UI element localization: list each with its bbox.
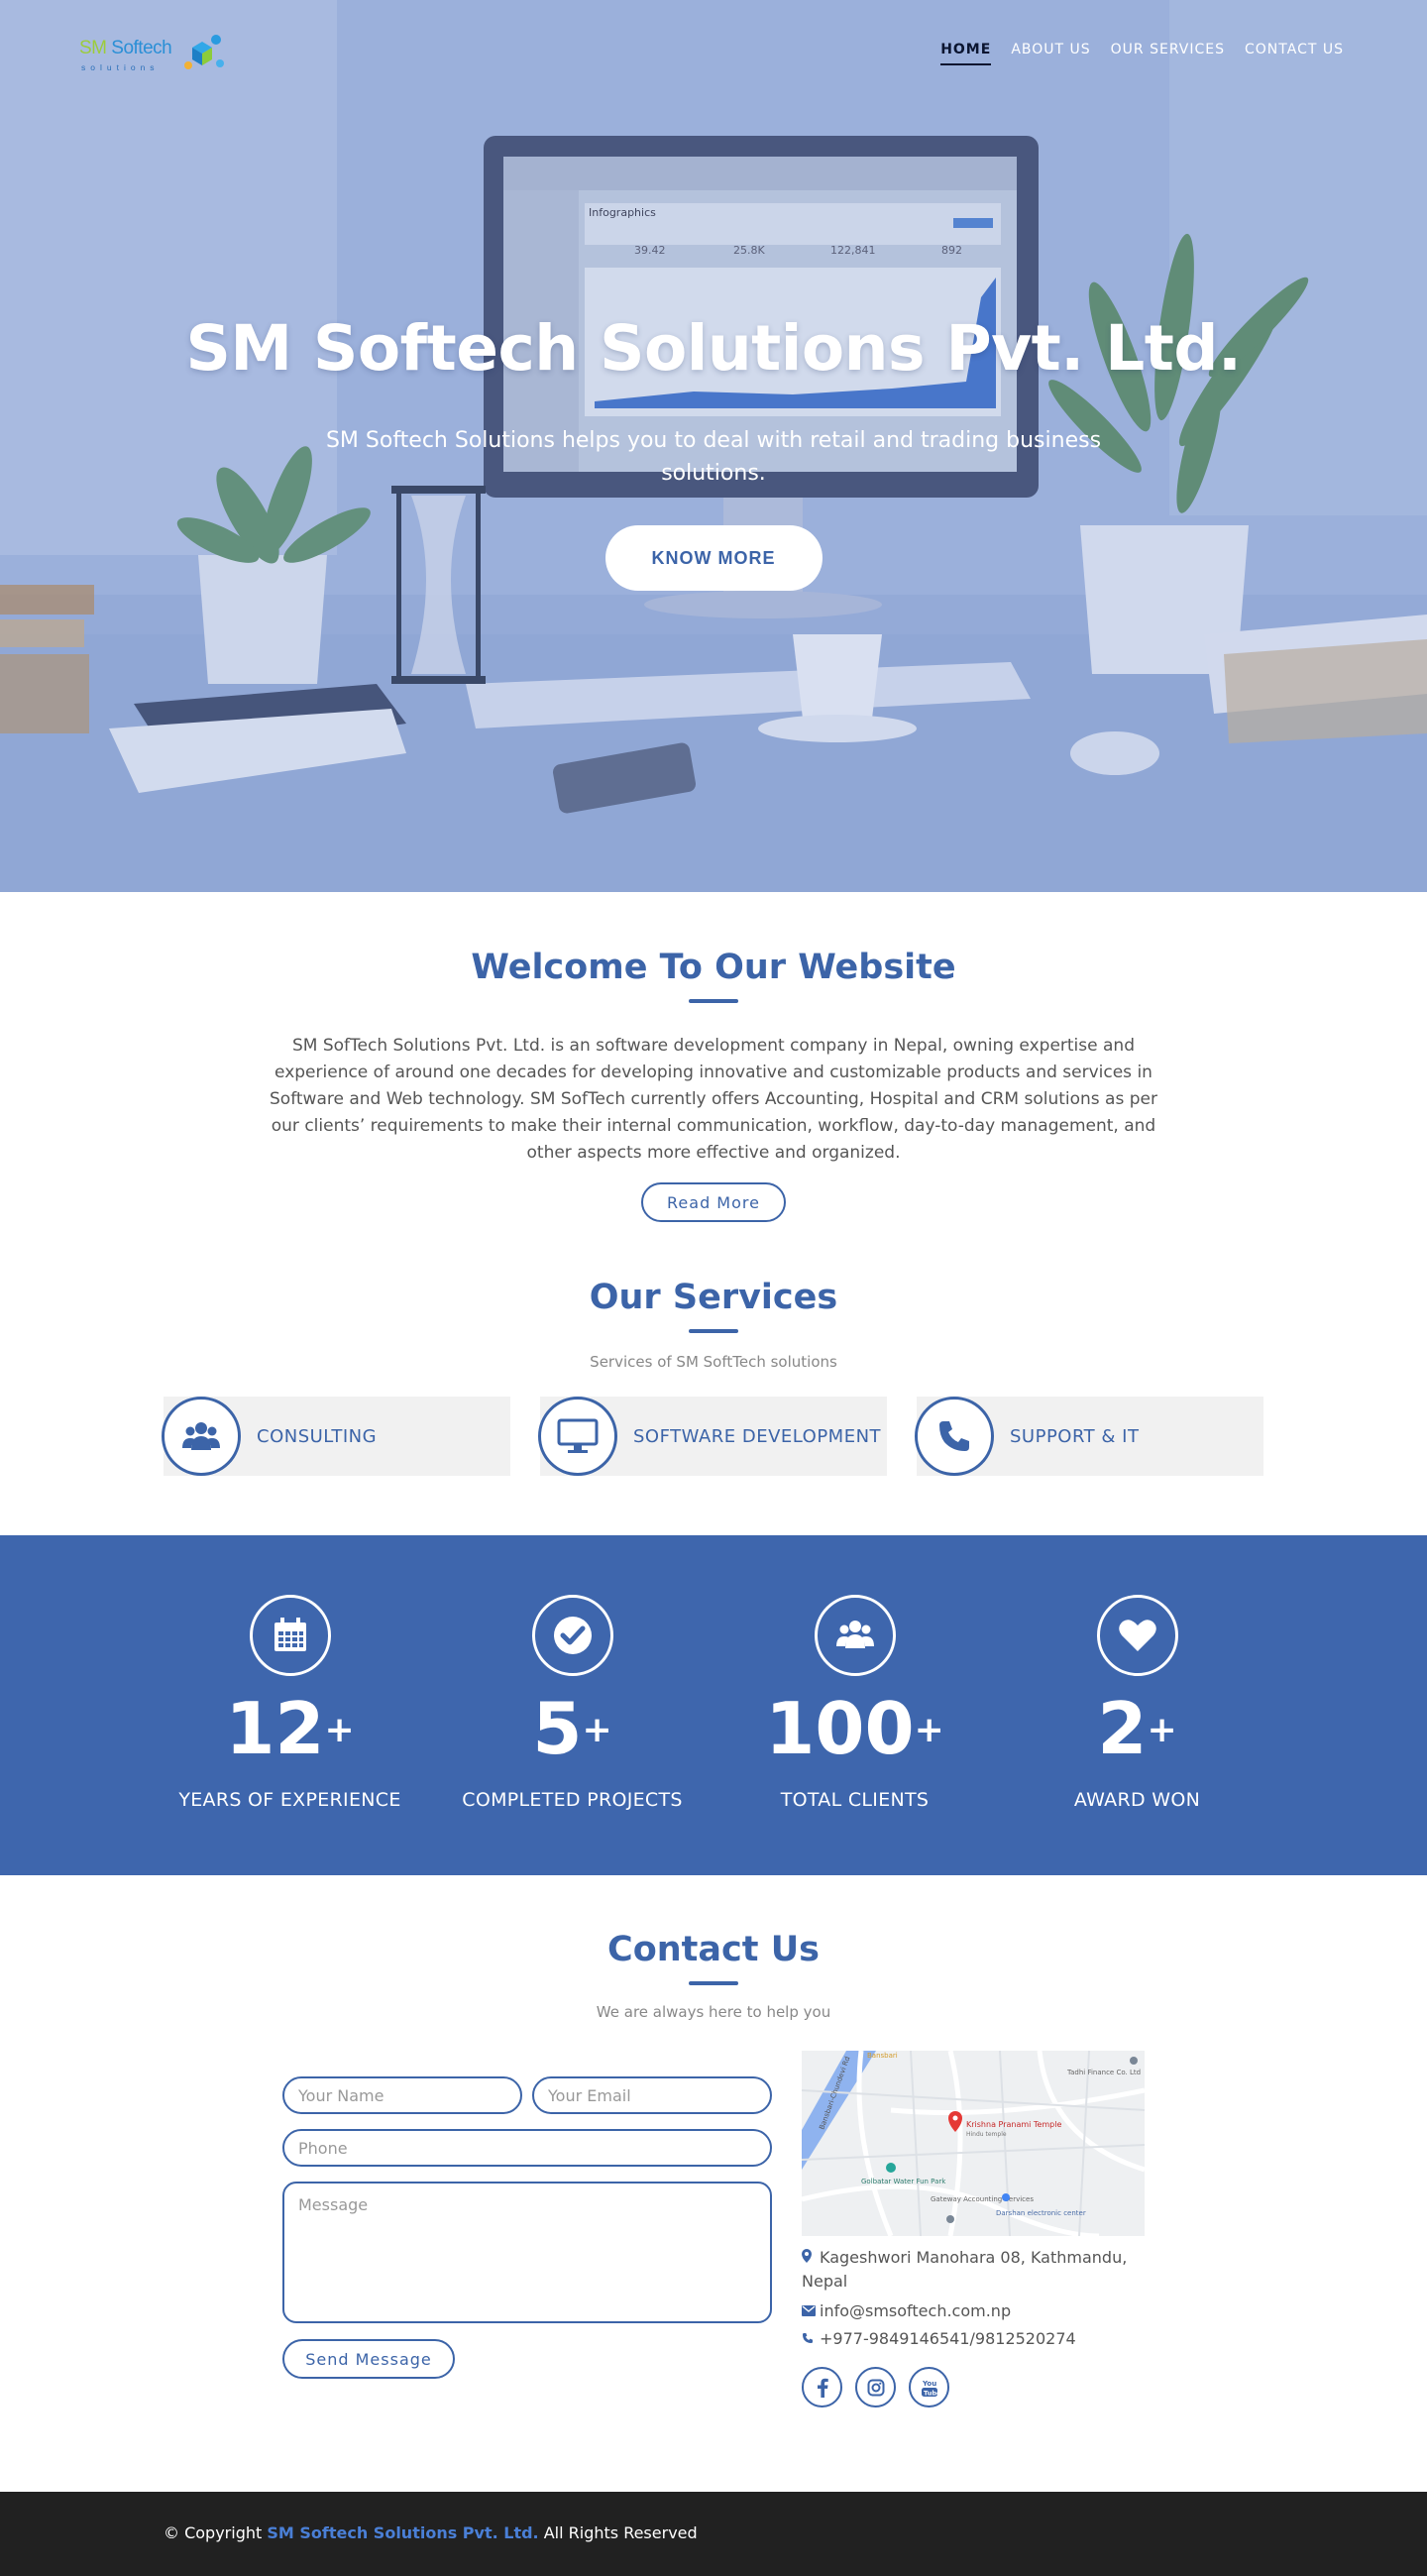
- service-card-support-it[interactable]: SUPPORT & IT: [915, 1397, 1263, 1476]
- nav-about-us[interactable]: ABOUT US: [1011, 42, 1090, 65]
- hero-content: SM Softech Solutions Pvt. Ltd. SM Softec…: [0, 312, 1427, 591]
- phone-line[interactable]: +977-9849146541/9812520274: [802, 2327, 1145, 2351]
- navbar: SM Softech solutions HOME ABOUT US OUR S…: [0, 0, 1427, 104]
- email-field[interactable]: [532, 2076, 772, 2114]
- service-card-consulting[interactable]: CONSULTING: [162, 1397, 510, 1476]
- nav-our-services[interactable]: OUR SERVICES: [1111, 42, 1225, 65]
- name-field[interactable]: [282, 2076, 522, 2114]
- calendar-icon: [249, 1595, 331, 1676]
- contact-title-underline: [689, 1981, 738, 1985]
- map-label-electronic: Darshan electronic center: [996, 2209, 1086, 2217]
- logo-cube-icon: [184, 35, 224, 69]
- monitor-icon: [538, 1397, 617, 1476]
- check-icon: [531, 1595, 613, 1676]
- footer: © Copyright SM Softech Solutions Pvt. Lt…: [0, 2492, 1427, 2576]
- email-text: info@smsoftech.com.np: [820, 2301, 1012, 2320]
- nav-contact-us[interactable]: CONTACT US: [1245, 42, 1344, 65]
- stat-years-experience: 12+ YEARS OF EXPERIENCE: [149, 1535, 431, 1875]
- map-label-accounting: Gateway Accounting Services: [931, 2195, 1034, 2203]
- heart-icon: [1096, 1595, 1178, 1676]
- social-links: YouTube: [802, 2367, 1145, 2408]
- logo[interactable]: SM Softech solutions: [77, 30, 231, 79]
- read-more-button[interactable]: Read More: [641, 1182, 786, 1222]
- map-label-finance: Tadhi Finance Co. Ltd: [1066, 2069, 1141, 2076]
- phone-text: +977-9849146541/9812520274: [820, 2329, 1076, 2348]
- map-label-temple: Krishna Pranami Temple: [966, 2120, 1061, 2129]
- envelope-icon: [802, 2299, 816, 2323]
- services-list: CONSULTING SOFTWARE DEVELOPMENT SUPPORT …: [0, 1397, 1427, 1476]
- welcome-section: Welcome To Our Website SM SofTech Soluti…: [0, 892, 1427, 1222]
- address-text: Kageshwori Manohara 08, Kathmandu, Nepal: [802, 2248, 1128, 2291]
- phone-icon: [802, 2327, 816, 2351]
- hero-section: Infographics 39.42 25.8K 122,841 892 SM …: [0, 0, 1427, 892]
- know-more-button[interactable]: KNOW MORE: [604, 525, 823, 591]
- map-label-top: Bansbari: [867, 2052, 898, 2060]
- stat-value: 12+: [225, 1687, 355, 1770]
- phone-field[interactable]: [282, 2129, 772, 2167]
- nav-home[interactable]: HOME: [940, 42, 992, 65]
- hero-title: SM Softech Solutions Pvt. Ltd.: [185, 312, 1242, 385]
- map-label-temple-sub: Hindu temple: [966, 2131, 1007, 2138]
- users-icon: [814, 1595, 896, 1676]
- services-subtitle: Services of SM SoftTech solutions: [590, 1353, 837, 1371]
- stat-completed-projects: 5+ COMPLETED PROJECTS: [431, 1535, 714, 1875]
- contact-body: Send Message: [282, 2051, 1145, 2408]
- phone-icon: [915, 1397, 994, 1476]
- page: Infographics 39.42 25.8K 122,841 892 SM …: [0, 0, 1427, 2576]
- stats-section: 12+ YEARS OF EXPERIENCE 5+ COMPLETED PRO…: [0, 1535, 1427, 1875]
- services-title-underline: [689, 1329, 738, 1333]
- logo-wordmark: SM Softech: [79, 38, 172, 58]
- location-map[interactable]: Krishna Pranami Temple Hindu temple Golb…: [802, 2051, 1145, 2236]
- service-label: SOFTWARE DEVELOPMENT: [633, 1425, 882, 1447]
- instagram-icon[interactable]: [855, 2367, 896, 2408]
- facebook-icon[interactable]: [802, 2367, 842, 2408]
- map-marker-icon: [802, 2246, 816, 2270]
- contact-title: Contact Us: [607, 1930, 820, 1969]
- stat-label: AWARD WON: [1073, 1789, 1201, 1811]
- users-icon: [162, 1397, 241, 1476]
- form-row-name-email: [282, 2076, 772, 2114]
- stat-total-clients: 100+ TOTAL CLIENTS: [714, 1535, 996, 1875]
- main-nav: HOME ABOUT US OUR SERVICES CONTACT US: [940, 42, 1344, 65]
- service-label: CONSULTING: [257, 1425, 378, 1447]
- stat-label: COMPLETED PROJECTS: [462, 1789, 683, 1811]
- welcome-text: SM SofTech Solutions Pvt. Ltd. is an sof…: [270, 1036, 1157, 1163]
- stat-award-won: 2+ AWARD WON: [996, 1535, 1278, 1875]
- stat-value: 5+: [532, 1687, 612, 1770]
- map-label-park: Golbatar Water Fun Park: [861, 2178, 946, 2185]
- welcome-title-underline: [689, 999, 738, 1003]
- svg-text:You: You: [922, 2380, 936, 2388]
- youtube-icon[interactable]: YouTube: [909, 2367, 949, 2408]
- services-title: Our Services: [589, 1278, 838, 1317]
- contact-form: Send Message: [282, 2051, 772, 2408]
- send-message-button[interactable]: Send Message: [282, 2339, 455, 2379]
- footer-brand-link[interactable]: SM Softech Solutions Pvt. Ltd.: [267, 2523, 538, 2542]
- services-section: Our Services Services of SM SoftTech sol…: [0, 1222, 1427, 1476]
- stat-label: YEARS OF EXPERIENCE: [178, 1789, 401, 1811]
- copyright-text: © Copyright SM Softech Solutions Pvt. Lt…: [164, 2523, 698, 2542]
- contact-info: Krishna Pranami Temple Hindu temple Golb…: [802, 2051, 1145, 2408]
- service-label: SUPPORT & IT: [1010, 1425, 1140, 1447]
- contact-subtitle: We are always here to help you: [596, 2003, 831, 2021]
- email-line[interactable]: info@smsoftech.com.np: [802, 2299, 1145, 2323]
- stat-label: TOTAL CLIENTS: [780, 1789, 930, 1811]
- hero-subtitle: SM Softech Solutions helps you to deal w…: [325, 428, 1102, 486]
- welcome-title: Welcome To Our Website: [471, 948, 956, 987]
- service-card-software-development[interactable]: SOFTWARE DEVELOPMENT: [538, 1397, 887, 1476]
- svg-text:Tube: Tube: [924, 2389, 938, 2397]
- stat-value: 100+: [765, 1687, 944, 1770]
- message-field[interactable]: [282, 2182, 772, 2323]
- address-line: Kageshwori Manohara 08, Kathmandu, Nepal: [802, 2246, 1145, 2294]
- logo-subtitle: solutions: [81, 62, 160, 72]
- stat-value: 2+: [1097, 1687, 1177, 1770]
- contact-section: Contact Us We are always here to help yo…: [0, 1875, 1427, 2408]
